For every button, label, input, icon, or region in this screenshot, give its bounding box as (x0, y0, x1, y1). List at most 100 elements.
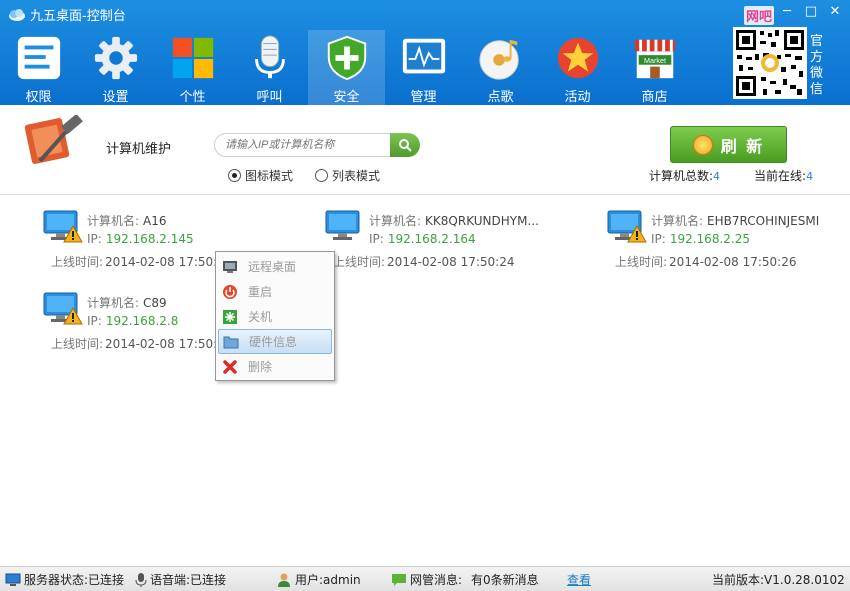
time-label: 上线时间: (333, 255, 386, 269)
search-button[interactable] (390, 133, 420, 157)
user-text: 用户:admin (295, 573, 361, 587)
computer-time-row: 上线时间: 2014-02-08 17:50:24 (51, 335, 233, 352)
market-sign-text: Market (644, 56, 666, 65)
menu-item-label: 关机 (248, 310, 273, 324)
close-button[interactable]: ✕ (824, 2, 846, 22)
context-menu: 远程桌面 重启 关机 硬件信息 删除 (215, 251, 335, 381)
tool-songs[interactable]: 点歌 (462, 30, 539, 105)
tool-security[interactable]: 安全 (308, 30, 385, 105)
computer-card[interactable]: 计算机名: KK8QRKUNDHYM... IP: 192.168.2.164 上线… (325, 210, 565, 280)
name-label: 计算机名: (87, 296, 140, 310)
menu-item-remote-desktop[interactable]: 远程桌面 (218, 254, 332, 279)
minimize-button[interactable]: ─ (776, 2, 798, 22)
view-mode-group: 图标模式 列表模式 (228, 167, 380, 184)
wechat-qr-code (733, 27, 807, 99)
computer-name: EHB7RCOHINJESMI (707, 214, 820, 228)
tool-label: 设置 (102, 90, 129, 105)
ip-label: IP: (87, 314, 102, 328)
tool-activity[interactable]: 活动 (539, 30, 616, 105)
icon-mode-label: 图标模式 (245, 169, 294, 183)
menu-item-label: 远程桌面 (248, 260, 297, 274)
total-value: 4 (713, 170, 721, 183)
tool-call[interactable]: 呼叫 (231, 30, 308, 105)
computer-time: 2014-02-08 17:50:24 (105, 255, 233, 269)
list-mode-radio[interactable]: 列表模式 (315, 167, 380, 184)
tool-label: 权限 (25, 90, 52, 105)
computer-name-row: 计算机名: EHB7RCOHINJESMI (651, 212, 819, 229)
tool-permissions[interactable]: 权限 (0, 30, 77, 105)
window-controls: ─ □ ✕ (776, 2, 846, 22)
monitor-graph-icon (402, 38, 445, 74)
computer-name-row: 计算机名: A16 (87, 212, 167, 229)
view-messages-link[interactable]: 查看 (567, 571, 591, 588)
computer-ip: 192.168.2.164 (387, 232, 476, 246)
netbar-badge: 网吧 (744, 6, 775, 25)
computer-ip: 192.168.2.25 (669, 232, 750, 246)
computer-counts: 计算机总数:4 当前在线:4 (649, 167, 813, 184)
menu-item-label: 硬件信息 (249, 335, 298, 349)
refresh-button[interactable]: 刷 新 (670, 126, 787, 163)
menu-item-restart[interactable]: 重启 (218, 279, 332, 304)
search-input[interactable] (214, 133, 390, 157)
computer-ip-row: IP: 192.168.2.8 (87, 314, 178, 328)
window-title-text: 九五桌面-控制台 (30, 9, 126, 24)
computer-warning-icon (43, 210, 83, 243)
microphone-icon (135, 572, 147, 587)
computer-card[interactable]: 计算机名: EHB7RCOHINJESMI IP: 192.168.2.25 上线时… (607, 210, 847, 280)
time-label: 上线时间: (51, 255, 104, 269)
computer-ip-row: IP: 192.168.2.25 (651, 232, 750, 246)
tool-label: 个性 (179, 90, 206, 105)
message-label: 网管消息: (410, 573, 463, 587)
message-status: 网管消息: 有0条新消息 (391, 571, 539, 588)
music-disc-icon (478, 39, 519, 80)
app-logo-icon (9, 8, 25, 21)
menu-item-shutdown[interactable]: 关机 (218, 304, 332, 329)
delete-icon (222, 359, 238, 375)
menu-item-label: 重启 (248, 285, 273, 299)
user-status: 用户:admin (276, 571, 361, 588)
refresh-label: 刷 新 (720, 136, 765, 156)
menu-item-label: 删除 (248, 360, 273, 374)
view-messages-wrap: 查看 (567, 571, 591, 588)
name-label: 计算机名: (651, 214, 704, 228)
server-status: 服务器状态:已连接 (5, 571, 124, 588)
status-bar: 服务器状态:已连接 语音端:已连接 用户:admin 网管消息: 有0条新消息 … (0, 566, 850, 591)
tool-store[interactable]: Market 商店 (616, 30, 693, 105)
computer-ip: 192.168.2.8 (105, 314, 179, 328)
title-toolbar-area: 九五桌面-控制台 网吧 ─ □ ✕ 权限 设置 个性 呼叫 安全 管理 点歌 活… (0, 0, 850, 105)
tool-label: 商店 (641, 90, 668, 105)
tool-manage[interactable]: 管理 (385, 30, 462, 105)
menu-item-hardware-info[interactable]: 硬件信息 (218, 329, 332, 354)
computer-ip-row: IP: 192.168.2.164 (369, 232, 476, 246)
online-label: 当前在线: (754, 169, 807, 183)
user-icon (278, 573, 290, 587)
message-icon (392, 573, 406, 586)
voice-status: 语音端:已连接 (135, 571, 226, 588)
tool-settings[interactable]: 设置 (77, 30, 154, 105)
voice-status-text: 语音端:已连接 (150, 573, 227, 587)
microphone-icon (254, 35, 285, 79)
market-icon: Market (634, 39, 675, 79)
server-status-text: 服务器状态:已连接 (24, 573, 125, 587)
shield-plus-icon (327, 35, 366, 81)
tool-personalize[interactable]: 个性 (154, 30, 231, 105)
icon-mode-radio[interactable]: 图标模式 (228, 167, 293, 184)
folder-icon (223, 334, 239, 350)
tool-label: 活动 (564, 90, 591, 105)
ip-label: IP: (651, 232, 666, 246)
maximize-button[interactable]: □ (800, 2, 822, 22)
search-icon (399, 139, 412, 152)
computer-ip: 192.168.2.145 (105, 232, 194, 246)
remote-desktop-icon (222, 259, 238, 275)
computer-time: 2014-02-08 17:50:26 (669, 255, 797, 269)
server-monitor-icon (5, 573, 21, 586)
tool-label: 呼叫 (256, 90, 283, 105)
header-divider (0, 194, 850, 195)
computer-name: C89 (143, 296, 167, 310)
maintenance-tools-icon (24, 115, 83, 164)
total-label: 计算机总数: (649, 169, 714, 183)
list-mode-label: 列表模式 (332, 169, 381, 183)
computer-warning-icon (325, 210, 360, 240)
menu-item-delete[interactable]: 删除 (218, 354, 332, 379)
computer-time-row: 上线时间: 2014-02-08 17:50:24 (333, 253, 515, 270)
